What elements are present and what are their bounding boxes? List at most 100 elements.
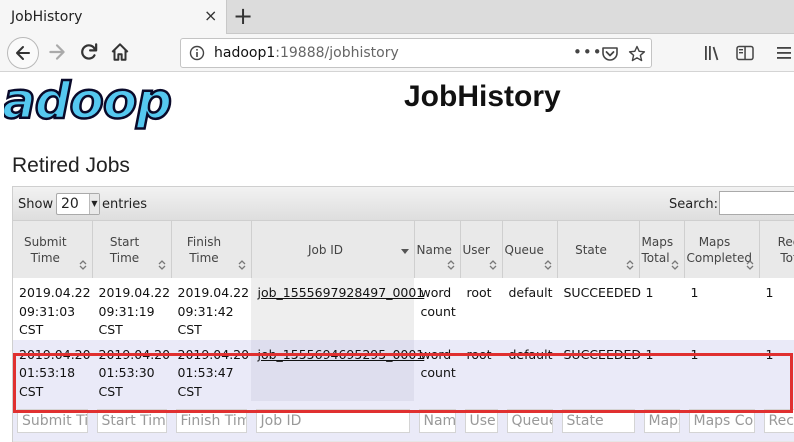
column-header-name[interactable]: Name <box>414 221 461 278</box>
cell-queue: default <box>502 339 557 401</box>
cell-text: 1 <box>690 285 699 300</box>
cell-text: root <box>466 346 492 362</box>
cell-maps-total: 1 <box>639 278 684 340</box>
filter-input-state[interactable]: State <box>561 409 635 433</box>
filter-input-queue[interactable]: Queue <box>506 409 553 433</box>
sort-icon <box>158 260 165 270</box>
section-title: Retired Jobs <box>12 154 130 177</box>
cell-text: SUCCEEDED <box>563 346 641 362</box>
reload-icon[interactable] <box>77 40 101 64</box>
tab-strip: JobHistory × + <box>0 0 794 34</box>
filter-cell: Rec <box>759 401 794 441</box>
cell-user: root <box>460 278 502 340</box>
column-header-start[interactable]: Start Time <box>92 221 172 278</box>
sort-icon <box>671 260 678 270</box>
url-text[interactable]: hadoop1:19888/jobhistory <box>214 45 399 61</box>
sidebar-icon[interactable] <box>735 44 755 62</box>
filter-input-submit[interactable]: Submit Tir <box>17 409 88 433</box>
cell-text: default <box>508 285 553 300</box>
sort-icon <box>544 260 551 270</box>
url-path: :19888/jobhistory <box>275 45 399 61</box>
filter-input-start[interactable]: Start Time <box>96 409 167 433</box>
back-icon[interactable] <box>7 37 39 69</box>
table-controls: Show 20 ▼ entries Search: <box>13 187 794 221</box>
sort-icon <box>489 260 496 270</box>
page-content: adoop JobHistory Retired Jobs Show 20 ▼ … <box>4 72 794 442</box>
tab-title: JobHistory <box>11 9 83 25</box>
cell-submit: 2019.04.22 09:31:03 CST <box>13 278 92 340</box>
filter-input-maps-total[interactable]: Maps <box>643 409 680 433</box>
table-row: 2019.04.22 09:31:03 CST 2019.04.22 09:31:… <box>13 278 794 340</box>
pocket-icon[interactable] <box>601 46 619 62</box>
sort-icon <box>79 260 86 270</box>
filter-cell: State <box>557 401 639 441</box>
url-host: hadoop1 <box>214 45 276 61</box>
filter-input-finish[interactable]: Finish Tim <box>175 409 247 433</box>
column-header-finish[interactable]: Finish Time <box>171 221 252 278</box>
column-header-label: Maps Completed <box>686 234 752 265</box>
filter-input-job-id[interactable]: Job ID <box>255 409 410 433</box>
filter-cell: Finish Tim <box>171 401 251 441</box>
filter-input-user[interactable]: Use <box>464 409 498 433</box>
cell-name: word count <box>414 339 460 401</box>
column-header-label: User <box>462 242 490 257</box>
address-bar[interactable]: hadoop1:19888/jobhistory ••• <box>180 38 652 68</box>
close-icon[interactable]: × <box>204 7 217 25</box>
cell-text: 1 <box>645 285 654 300</box>
entries-select[interactable]: 20 ▼ <box>56 193 100 215</box>
job-id-link[interactable]: job_1555697928497_0001 <box>258 285 425 300</box>
column-header-queue[interactable]: Queue <box>502 221 558 278</box>
cell-state: SUCCEEDED <box>557 339 641 401</box>
table-header-row: Submit Time Start Time Finish Time Job ID Na… <box>13 221 794 278</box>
column-header-job-id[interactable]: Job ID <box>251 221 415 278</box>
cell-queue: default <box>502 278 557 340</box>
cell-finish: 2019.04.22 09:31:42 CST <box>171 278 251 340</box>
menu-icon[interactable] <box>775 44 793 62</box>
column-header-user[interactable]: User <box>460 221 503 278</box>
home-icon[interactable] <box>108 40 132 64</box>
cell-text: root <box>466 285 492 300</box>
new-tab-icon[interactable]: + <box>233 3 253 29</box>
forward-icon[interactable] <box>45 40 69 64</box>
library-icon[interactable] <box>703 44 723 62</box>
cell-text: 1 <box>765 346 774 362</box>
cell-text: 2019.04.22 09:31:19 CST <box>98 285 171 337</box>
sort-icon <box>447 260 454 270</box>
cell-text: 2019.04.20 01:53:47 CST <box>177 346 250 399</box>
show-label: Show <box>18 197 54 212</box>
svg-text:adoop: adoop <box>4 72 171 130</box>
jobs-table: Submit Time Start Time Finish Time Job ID Na… <box>13 221 794 441</box>
cell-reduces-total: 1 <box>759 278 794 340</box>
filter-input-reduces-total[interactable]: Rec <box>763 409 794 433</box>
column-header-state[interactable]: State <box>557 221 640 278</box>
column-header-submit[interactable]: Submit Time <box>13 221 93 278</box>
sort-icon <box>626 260 633 270</box>
column-header-maps-completed[interactable]: Maps Completed <box>684 221 760 278</box>
search-input[interactable] <box>719 191 794 215</box>
job-id-link[interactable]: job_1555694695295_0001 <box>258 347 425 362</box>
cell-text: 2019.04.20 01:53:18 CST <box>19 346 91 399</box>
search-label: Search: <box>669 197 719 212</box>
tab-jobhistory[interactable]: JobHistory × <box>0 0 227 34</box>
info-icon[interactable] <box>189 45 205 61</box>
column-header-reduces-total[interactable]: Red Tot <box>759 221 794 278</box>
cell-text: SUCCEEDED <box>563 285 641 300</box>
column-header-maps-total[interactable]: Maps Total <box>639 221 685 278</box>
cell-start: 2019.04.20 01:53:30 CST <box>92 339 171 401</box>
navigation-toolbar: hadoop1:19888/jobhistory ••• <box>0 34 794 72</box>
column-header-label: Start Time <box>109 234 140 265</box>
cell-state: SUCCEEDED <box>557 278 641 340</box>
cell-text: 1 <box>645 346 654 362</box>
filter-input-maps-completed[interactable]: Maps Con <box>688 409 755 433</box>
filter-cell: Job ID <box>251 401 414 441</box>
column-header-label: State <box>575 242 607 257</box>
cell-submit: 2019.04.20 01:53:18 CST <box>13 339 92 401</box>
page-actions-icon[interactable]: ••• <box>573 43 603 61</box>
column-header-label: Queue <box>504 242 544 257</box>
sort-desc-icon <box>400 249 409 254</box>
page-title: JobHistory <box>404 80 561 113</box>
sort-icon <box>746 260 753 270</box>
bookmark-star-icon[interactable] <box>628 45 646 63</box>
filter-input-name[interactable]: Nam <box>418 409 456 433</box>
sort-icon <box>238 260 245 270</box>
